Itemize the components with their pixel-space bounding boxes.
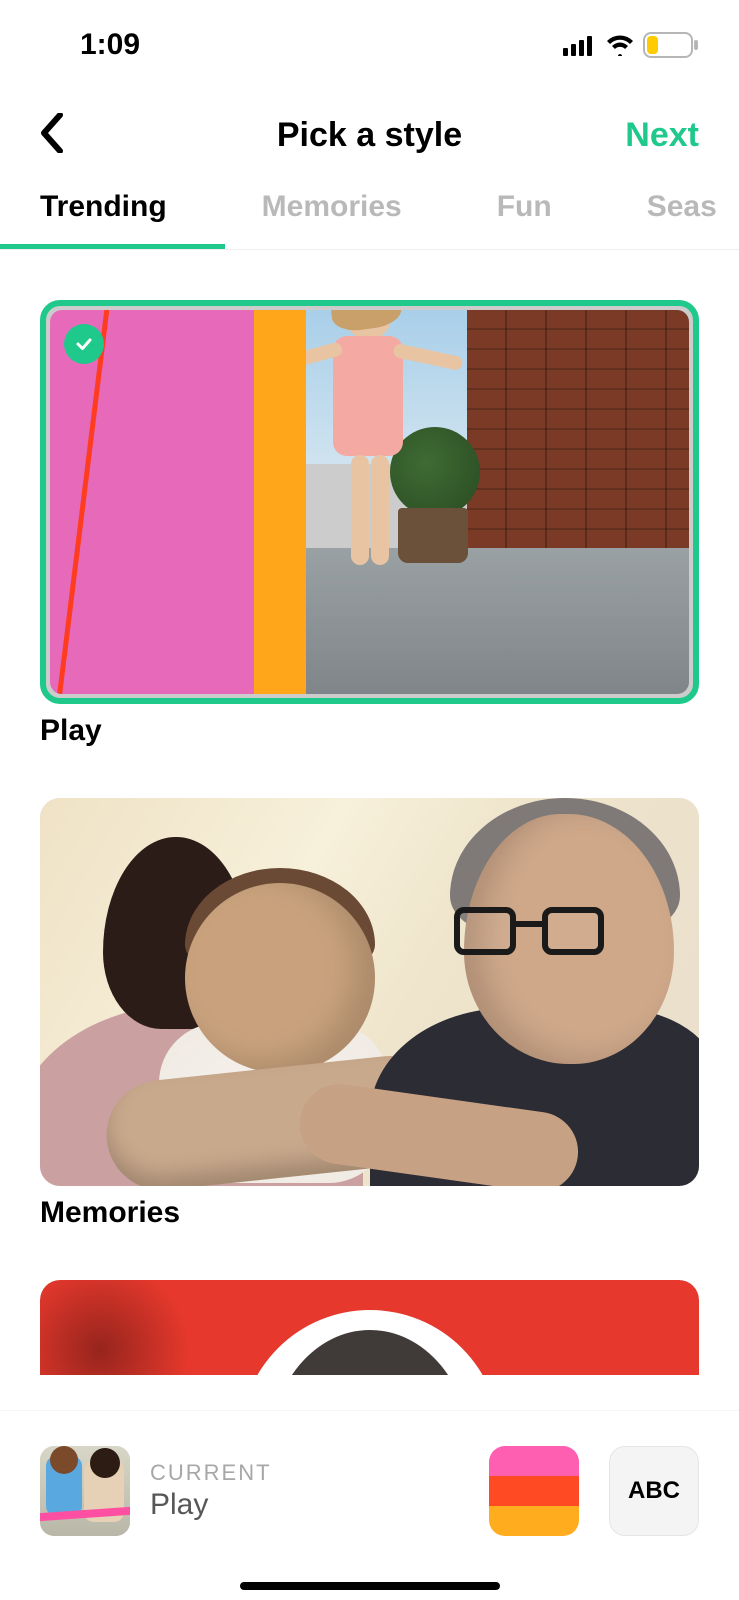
home-indicator[interactable] <box>240 1582 500 1590</box>
color-swatch-button[interactable] <box>489 1446 579 1536</box>
current-style-thumbnail[interactable] <box>40 1446 130 1536</box>
tab-indicator <box>0 244 225 250</box>
style-card-play[interactable]: Play <box>40 300 699 748</box>
tab-fun[interactable]: Fun <box>497 180 552 249</box>
bottom-bar: CURRENT Play ABC <box>0 1410 739 1570</box>
style-list[interactable]: Play <box>0 250 739 1410</box>
status-bar: 1:09 <box>0 0 739 90</box>
selected-badge <box>64 324 104 364</box>
current-label: CURRENT <box>150 1460 489 1486</box>
style-card-memories[interactable]: Memories <box>40 798 699 1230</box>
swatch-color <box>489 1476 579 1506</box>
style-thumbnail <box>40 798 699 1186</box>
swatch-color <box>489 1506 579 1536</box>
wifi-icon <box>605 34 635 56</box>
style-label: Memories <box>40 1196 699 1230</box>
tab-memories[interactable]: Memories <box>262 180 402 249</box>
style-label: Play <box>40 714 699 748</box>
nav-bar: Pick a style Next <box>0 90 739 180</box>
page-title: Pick a style <box>277 116 462 155</box>
style-card-partial[interactable] <box>40 1280 699 1375</box>
current-style-info: CURRENT Play <box>150 1460 489 1522</box>
check-icon <box>74 334 94 354</box>
swatch-color <box>489 1446 579 1476</box>
tab-seasonal[interactable]: Seas <box>647 180 717 249</box>
style-thumbnail <box>50 310 689 694</box>
tabs: Trending Memories Fun Seas <box>0 180 739 250</box>
font-button[interactable]: ABC <box>609 1446 699 1536</box>
chevron-left-icon <box>40 113 64 153</box>
next-button[interactable]: Next <box>625 116 699 155</box>
battery-icon <box>643 32 699 58</box>
back-button[interactable] <box>40 113 64 158</box>
status-icons <box>563 32 699 58</box>
current-style-name: Play <box>150 1488 489 1522</box>
cellular-icon <box>563 34 597 56</box>
style-thumbnail <box>40 1280 699 1375</box>
status-time: 1:09 <box>80 28 140 62</box>
tab-trending[interactable]: Trending <box>40 180 167 249</box>
